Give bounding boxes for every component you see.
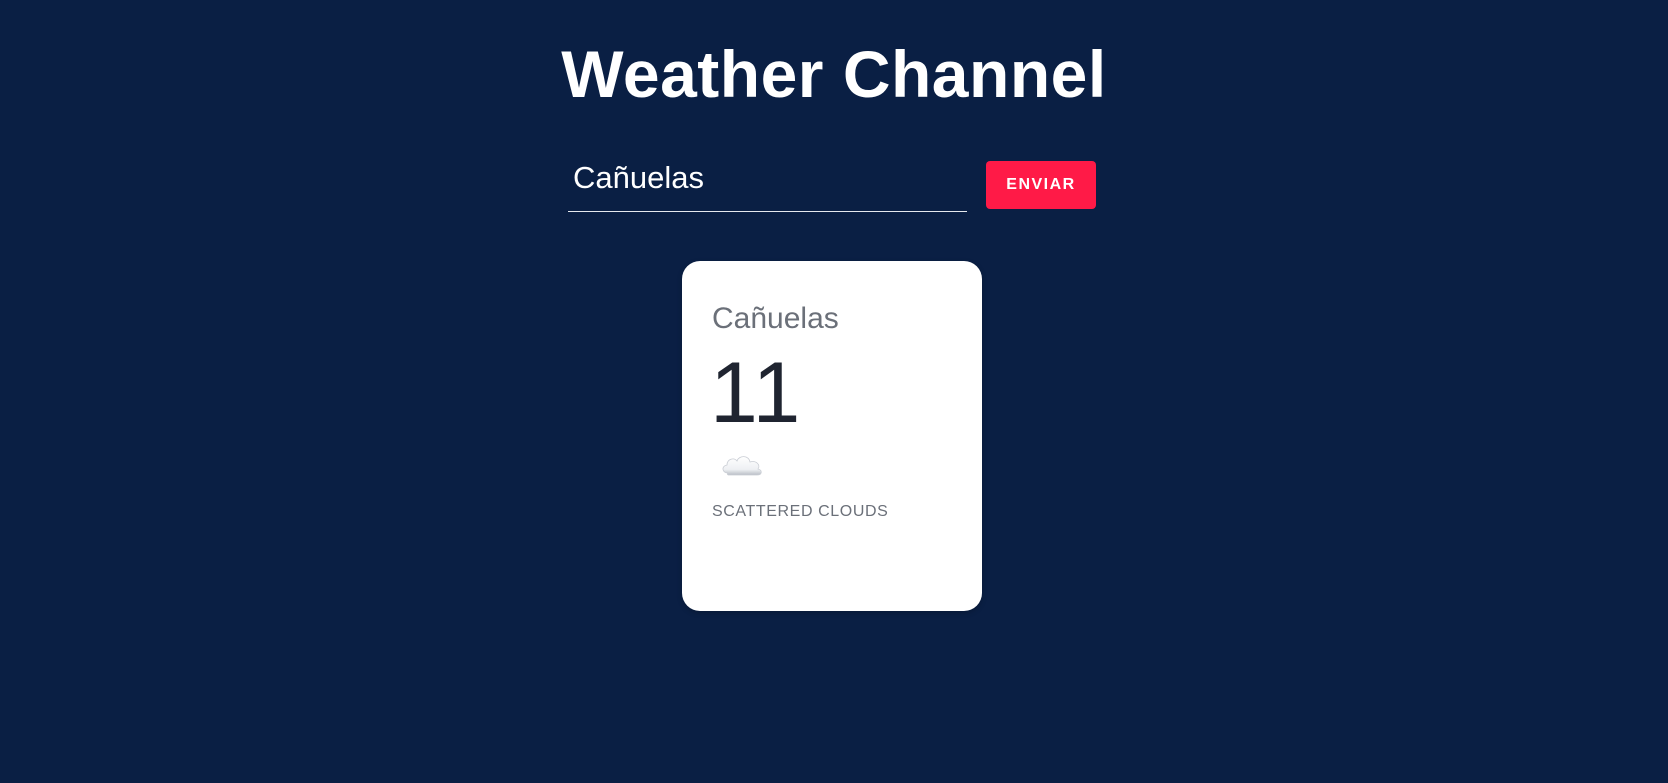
weather-card: Cañuelas 11 SCATTERED CLOUDS [682, 261, 982, 611]
search-field[interactable] [568, 150, 967, 212]
page-title: Weather Channel [561, 37, 1107, 111]
city-search-input[interactable] [571, 156, 963, 200]
weather-description: SCATTERED CLOUDS [712, 503, 889, 520]
cloud-icon [722, 456, 762, 476]
temperature-value: 11 [710, 345, 802, 441]
send-button[interactable]: ENVIAR [986, 161, 1096, 209]
city-name: Cañuelas [712, 302, 839, 335]
